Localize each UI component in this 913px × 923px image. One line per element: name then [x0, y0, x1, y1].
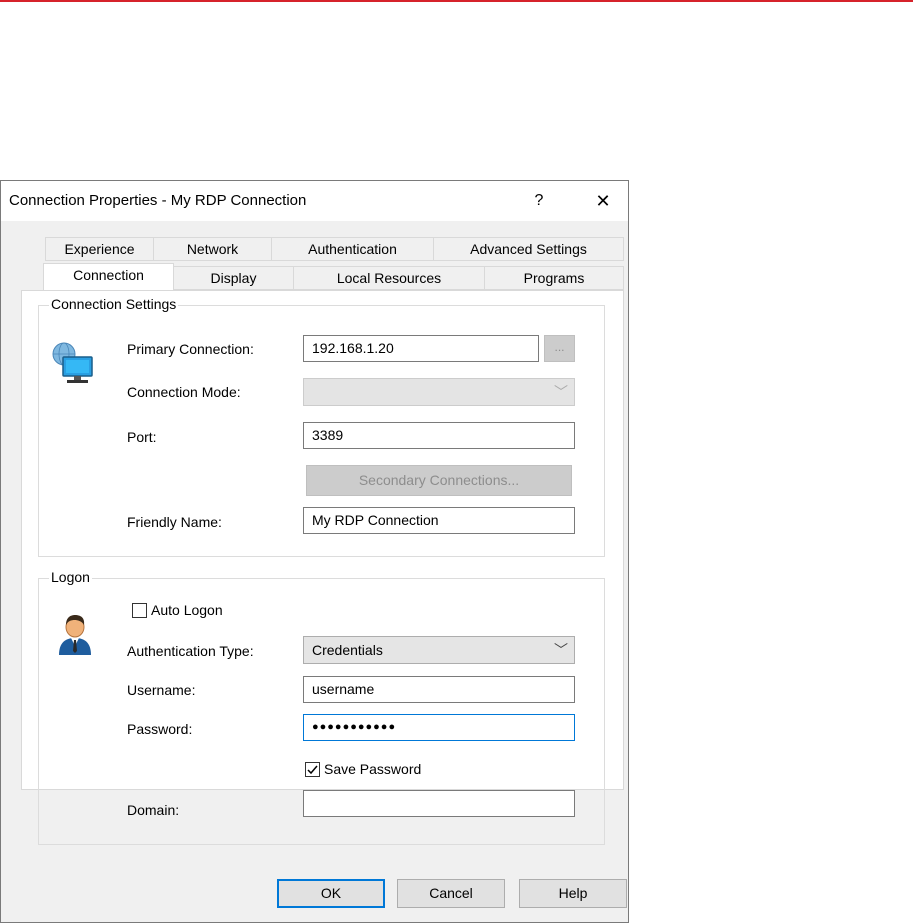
help-icon[interactable]: ?: [525, 187, 553, 215]
tab-local-resources[interactable]: Local Resources: [293, 266, 485, 290]
domain-label: Domain:: [127, 802, 180, 818]
friendly-name-input[interactable]: My RDP Connection: [303, 507, 575, 534]
tab-display[interactable]: Display: [173, 266, 294, 290]
save-password-checkbox[interactable]: [305, 762, 320, 777]
password-label: Password:: [127, 721, 193, 737]
tab-experience[interactable]: Experience: [45, 237, 154, 261]
close-icon[interactable]: ✕: [586, 187, 620, 215]
dialog-body: Experience Network Authentication Advanc…: [1, 221, 628, 922]
tab-panel-connection: Connection Settings Primary Connection: …: [21, 290, 624, 845]
cancel-button[interactable]: Cancel: [397, 879, 505, 908]
primary-connection-input[interactable]: 192.168.1.20: [303, 335, 539, 362]
checkmark-icon: [307, 765, 318, 775]
friendly-name-label: Friendly Name:: [127, 514, 222, 530]
browse-button[interactable]: ...: [544, 335, 575, 362]
title-bar: Connection Properties - My RDP Connectio…: [1, 181, 628, 221]
window-title: Connection Properties - My RDP Connectio…: [9, 192, 307, 209]
save-password-label[interactable]: Save Password: [324, 761, 421, 777]
tab-programs[interactable]: Programs: [484, 266, 624, 290]
connection-mode-label: Connection Mode:: [127, 384, 241, 400]
port-label: Port:: [127, 429, 157, 445]
auto-logon-label[interactable]: Auto Logon: [151, 602, 223, 618]
auth-type-label: Authentication Type:: [127, 643, 254, 659]
help-button[interactable]: Help: [519, 879, 627, 908]
tab-connection[interactable]: Connection: [43, 263, 174, 290]
connection-settings-group: Connection Settings Primary Connection: …: [38, 296, 605, 557]
top-accent-rule: [0, 0, 913, 2]
password-input[interactable]: ●●●●●●●●●●●: [303, 714, 575, 741]
tab-advanced-settings[interactable]: Advanced Settings: [433, 237, 624, 261]
connection-properties-dialog: Connection Properties - My RDP Connectio…: [0, 180, 629, 923]
username-label: Username:: [127, 682, 196, 698]
logon-group: Logon Auto Logon Authentication Type: Cr…: [38, 569, 605, 845]
user-icon: [57, 613, 93, 658]
domain-input[interactable]: [303, 790, 575, 817]
port-input[interactable]: 3389: [303, 422, 575, 449]
network-computer-icon: [52, 340, 94, 387]
auto-logon-checkbox[interactable]: [132, 603, 147, 618]
chevron-down-icon: ﹀: [554, 384, 568, 400]
auth-type-select[interactable]: Credentials ﹀: [303, 636, 575, 664]
ok-button[interactable]: OK: [277, 879, 385, 908]
connection-mode-select[interactable]: ﹀: [303, 378, 575, 406]
chevron-down-icon: ﹀: [554, 642, 568, 658]
connection-settings-legend: Connection Settings: [49, 296, 179, 312]
auth-type-value: Credentials: [312, 642, 383, 658]
username-input[interactable]: username: [303, 676, 575, 703]
tab-network[interactable]: Network: [153, 237, 272, 261]
secondary-connections-button[interactable]: Secondary Connections...: [306, 465, 572, 496]
logon-legend: Logon: [49, 569, 92, 585]
primary-connection-label: Primary Connection:: [127, 341, 254, 357]
tab-authentication[interactable]: Authentication: [271, 237, 434, 261]
